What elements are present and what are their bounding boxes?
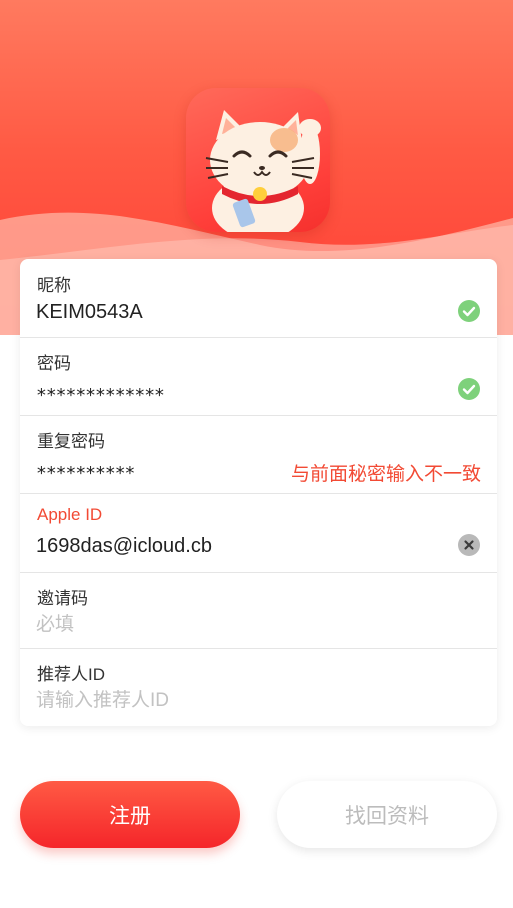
nickname-row: 昵称 [20, 259, 497, 338]
nickname-input[interactable] [36, 301, 416, 324]
invite-code-label: 邀请码 [37, 589, 88, 608]
referrer-id-row: 推荐人ID [20, 648, 497, 726]
referrer-id-input[interactable] [36, 690, 416, 712]
referrer-id-label: 推荐人ID [37, 665, 105, 684]
apple-id-input[interactable] [36, 535, 416, 558]
apple-id-row: Apple ID [20, 493, 497, 573]
repeat-password-input[interactable] [36, 463, 276, 484]
nickname-label: 昵称 [37, 276, 71, 295]
invite-code-row: 邀请码 [20, 572, 497, 649]
apple-id-label: Apple ID [37, 505, 103, 524]
password-row: 密码 [20, 337, 497, 416]
lucky-cat-icon [205, 110, 321, 232]
check-circle-icon [458, 378, 480, 400]
repeat-password-label: 重复密码 [37, 432, 105, 451]
registration-form: 昵称 密码 重复密码 与前面秘密输入不一致 Apple ID 邀请码 推荐人ID [20, 259, 497, 726]
register-button[interactable]: 注册 [20, 781, 240, 848]
password-label: 密码 [37, 354, 71, 373]
check-circle-icon [458, 300, 480, 322]
password-mismatch-error: 与前面秘密输入不一致 [290, 464, 481, 485]
repeat-password-row: 重复密码 与前面秘密输入不一致 [20, 415, 497, 494]
recover-info-button[interactable]: 找回资料 [277, 781, 497, 848]
app-logo [186, 88, 330, 232]
password-input[interactable] [36, 385, 416, 406]
clear-icon[interactable] [458, 534, 480, 556]
invite-code-input[interactable] [36, 614, 416, 636]
